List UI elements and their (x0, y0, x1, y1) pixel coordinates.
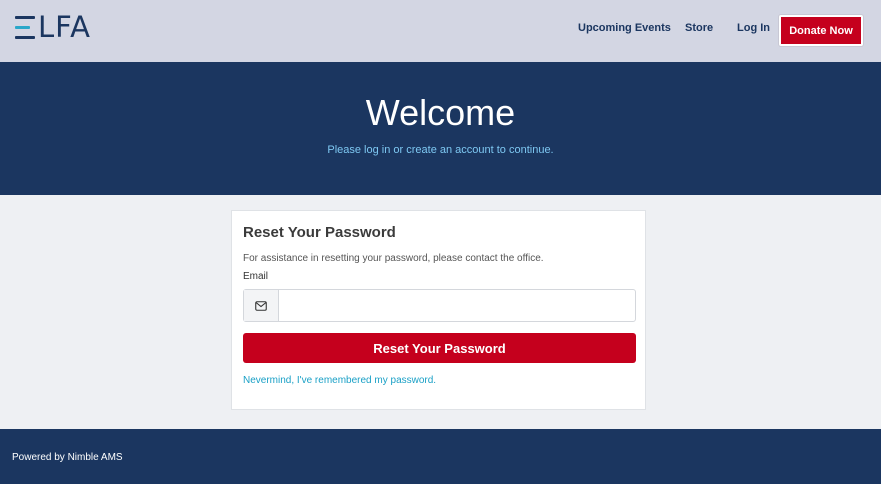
top-navigation: LFA Upcoming Events Store Log In Donate … (0, 0, 881, 62)
email-input-group (243, 289, 636, 322)
elfa-logo[interactable]: LFA (15, 12, 91, 42)
footer: Powered by Nimble AMS (0, 429, 881, 484)
nav-upcoming-events-link[interactable]: Upcoming Events (578, 22, 671, 34)
assistance-text: For assistance in resetting your passwor… (243, 253, 544, 264)
reset-password-card: Reset Your Password For assistance in re… (231, 210, 646, 410)
logo-e-bars-icon (15, 14, 35, 40)
card-title: Reset Your Password (243, 224, 396, 241)
powered-by-text: Powered by Nimble AMS (12, 452, 123, 463)
email-label: Email (243, 271, 269, 282)
email-field[interactable] (279, 290, 635, 321)
donate-now-button[interactable]: Donate Now (779, 15, 863, 46)
page-title: Welcome (365, 92, 516, 133)
welcome-subtitle: Please log in or create an account to co… (327, 144, 554, 156)
welcome-banner: Welcome Please log in or create an accou… (0, 62, 881, 195)
nav-login-link[interactable]: Log In (737, 22, 770, 34)
reset-password-button[interactable]: Reset Your Password (243, 333, 636, 363)
logo-text: LFA (38, 10, 92, 44)
envelope-icon (244, 290, 279, 321)
nevermind-link[interactable]: Nevermind, I've remembered my password. (243, 375, 436, 386)
nav-store-link[interactable]: Store (685, 22, 713, 34)
